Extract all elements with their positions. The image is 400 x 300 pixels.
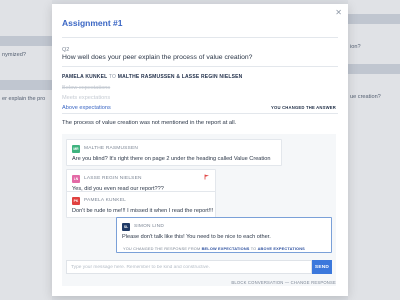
modal-title: Assignment #1 [62, 18, 123, 28]
divider [62, 37, 338, 38]
change-prefix: YOU CHANGED THE RESPONSE FROM [123, 246, 201, 251]
avatar: MR [72, 145, 80, 153]
flag-icon[interactable] [204, 174, 210, 180]
changed-answer-label: YOU CHANGED THE ANSWER [271, 105, 336, 110]
option-below-expectations: Below expectations [62, 85, 111, 91]
change-from: BELOW EXPECTATIONS [201, 246, 250, 251]
change-mid: TO [250, 246, 257, 251]
response-change-note: YOU CHANGED THE RESPONSE FROM BELOW EXPE… [123, 246, 305, 251]
divider [62, 113, 338, 114]
change-to: ABOVE EXPECTATIONS [257, 246, 305, 251]
reviewer-to: MALTHE RASMUSSEN & LASSE REGIN NIELSEN [117, 74, 243, 80]
send-button[interactable]: SEND [312, 260, 332, 274]
reviewer-pair: PAMELA KUNKEL TO MALTHE RASMUSSEN & LASS… [62, 74, 243, 80]
avatar: SL [122, 223, 130, 231]
chat-message: PK PAMELA KUNKEL Don't be rude to me!!! … [66, 191, 216, 218]
divider [62, 66, 338, 67]
conversation-panel: MR MALTHE RASMUSSEN Are you blind? It's … [62, 134, 336, 286]
question-number: Q2 [62, 47, 70, 53]
answer-statement: The process of value creation was not me… [62, 120, 237, 126]
sender-name: MALTHE RASMUSSEN [84, 146, 139, 151]
assignment-modal: ✕ Assignment #1 Q2 How well does your pe… [52, 4, 348, 296]
close-icon[interactable]: ✕ [335, 9, 342, 17]
sender-name: SIMON LIND [134, 224, 164, 229]
message-text: Are you blind? It's right there on page … [72, 156, 271, 162]
reviewer-from: PAMELA KUNKEL [62, 74, 108, 80]
reviewer-connector: TO [108, 74, 117, 80]
message-text: Please don't talk like this! You need to… [122, 234, 271, 240]
chat-message: MR MALTHE RASMUSSEN Are you blind? It's … [66, 139, 282, 166]
message-composer: SEND [66, 260, 332, 274]
conversation-actions[interactable]: BLOCK CONVERSATION — CHANGE RESPONSE [231, 280, 336, 285]
avatar: LN [72, 175, 80, 183]
sender-name: LASSE REGIN NIELSEN [84, 176, 142, 181]
chat-message-own: SL SIMON LIND Please don't talk like thi… [116, 217, 332, 253]
message-input[interactable] [66, 260, 312, 274]
option-meets-expectations: Meets expectations [62, 95, 111, 101]
avatar: PK [72, 197, 80, 205]
option-above-expectations: Above expectations [62, 105, 111, 111]
question-text: How well does your peer explain the proc… [62, 54, 253, 61]
message-text: Don't be rude to me!!! I missed it when … [72, 208, 214, 214]
sender-name: PAMELA KUNKEL [84, 198, 126, 203]
